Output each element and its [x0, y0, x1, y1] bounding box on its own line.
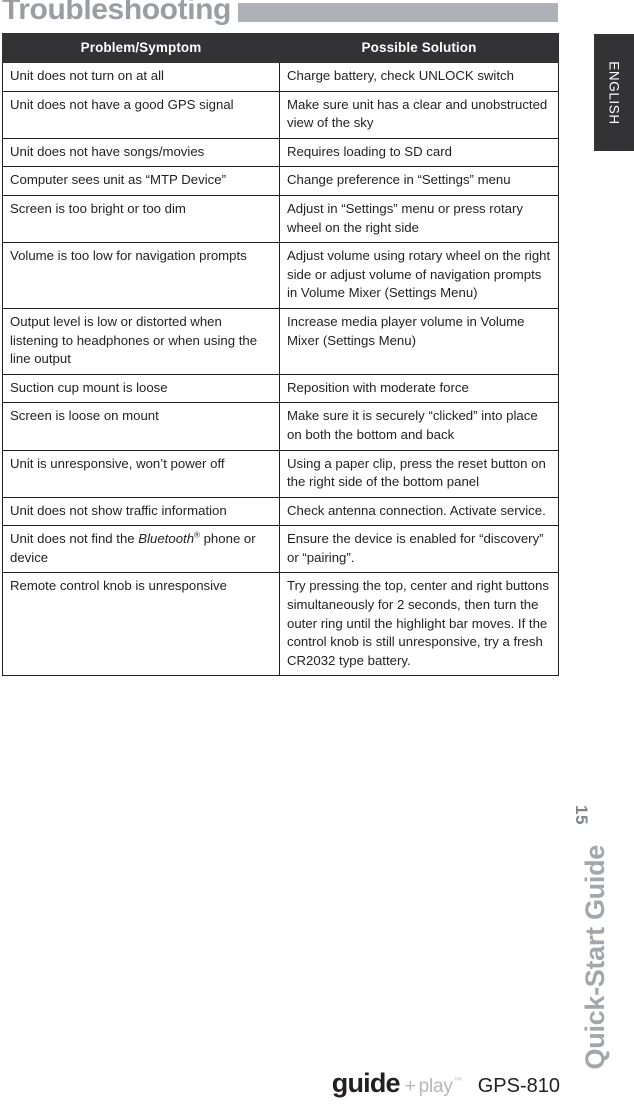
brand-plus-sign: +: [404, 1076, 416, 1097]
table-row: Remote control knob is unresponsive Try p…: [2, 572, 559, 677]
cell-solution: Charge battery, check UNLOCK switch: [279, 62, 559, 92]
cell-problem: Unit does not have songs/movies: [2, 137, 280, 168]
column-header-problem: Problem/Symptom: [2, 33, 280, 63]
model-number: GPS-810: [477, 1075, 560, 1097]
cell-problem: Unit is unresponsive, won’t power off: [2, 449, 280, 498]
column-header-solution: Possible Solution: [279, 33, 559, 63]
table-row: Computer sees unit as “MTP Device” Change…: [2, 166, 559, 196]
table-row: Screen is loose on mount Make sure it is …: [2, 402, 559, 451]
cell-solution: Using a paper clip, press the reset butt…: [279, 449, 559, 498]
page-header: Troubleshooting: [0, 0, 634, 33]
table-body: Unit does not turn on at all Charge batte…: [2, 62, 559, 677]
guide-title-text: Quick-Start Guide: [580, 845, 610, 1070]
cell-solution: Reposition with moderate force: [279, 373, 559, 404]
cell-problem: Unit does not have a good GPS signal: [2, 90, 280, 139]
trademark-icon: ™: [453, 1076, 462, 1085]
table-row: Volume is too low for navigation prompts…: [2, 242, 559, 309]
page-title: Troubleshooting: [2, 0, 231, 26]
cell-solution: Check antenna connection. Activate servi…: [279, 496, 559, 527]
cell-problem: Volume is too low for navigation prompts: [2, 242, 280, 309]
table-row: Unit does not have a good GPS signal Make…: [2, 90, 559, 139]
header-rule: [238, 3, 558, 22]
cell-solution: Ensure the device is enabled for “discov…: [279, 525, 559, 574]
cell-problem: Screen is loose on mount: [2, 402, 280, 451]
table-row: Unit does not find the Bluetooth® phone …: [2, 525, 559, 574]
language-tab-label: ENGLISH: [606, 60, 622, 125]
table-row: Suction cup mount is loose Reposition wit…: [2, 373, 559, 404]
table-header-row: Problem/Symptom Possible Solution: [2, 33, 559, 63]
cell-problem: Suction cup mount is loose: [2, 373, 280, 404]
troubleshooting-table: Problem/Symptom Possible Solution Unit d…: [2, 33, 559, 677]
cell-problem: Unit does not show traffic information: [2, 496, 280, 527]
table-row: Output level is low or distorted when li…: [2, 307, 559, 375]
cell-solution: Make sure unit has a clear and unobstruc…: [279, 90, 559, 139]
cell-problem: Screen is too bright or too dim: [2, 194, 280, 244]
cell-solution: Adjust in “Settings” menu or press rotar…: [279, 194, 559, 244]
cell-solution: Make sure it is securely “clicked” into …: [279, 402, 559, 451]
table-row: Unit does not show traffic information Ch…: [2, 496, 559, 527]
cell-solution: Requires loading to SD card: [279, 137, 559, 168]
brand-play-word: play: [418, 1076, 453, 1097]
registered-trademark-icon: ®: [194, 530, 200, 540]
cell-solution: Try pressing the top, center and right b…: [279, 572, 559, 677]
bluetooth-wordmark: Bluetooth: [138, 531, 195, 547]
table-row: Unit is unresponsive, won’t power off Usi…: [2, 449, 559, 498]
cell-problem: Remote control knob is unresponsive: [2, 572, 280, 677]
table-row: Screen is too bright or too dim Adjust in…: [2, 194, 559, 244]
table-row: Unit does not turn on at all Charge batte…: [2, 62, 559, 92]
footer-brand: guide + play ™ GPS-810: [0, 1068, 560, 1104]
guide-title: Quick-Start Guide: [575, 585, 615, 1069]
table-row: Unit does not have songs/movies Requires …: [2, 137, 559, 168]
cell-problem: Unit does not find the Bluetooth® phone …: [2, 525, 280, 574]
cell-problem: Output level is low or distorted when li…: [2, 307, 280, 375]
cell-solution: Adjust volume using rotary wheel on the …: [279, 242, 559, 309]
table-header: Problem/Symptom Possible Solution: [2, 33, 559, 63]
language-tab: ENGLISH: [594, 34, 634, 151]
cell-problem: Computer sees unit as “MTP Device”: [2, 166, 280, 196]
brand-guide-word: guide: [331, 1068, 401, 1098]
cell-solution: Increase media player volume in Volume M…: [279, 307, 559, 375]
cell-problem: Unit does not turn on at all: [2, 62, 280, 92]
cell-solution: Change preference in “Settings” menu: [279, 166, 559, 196]
